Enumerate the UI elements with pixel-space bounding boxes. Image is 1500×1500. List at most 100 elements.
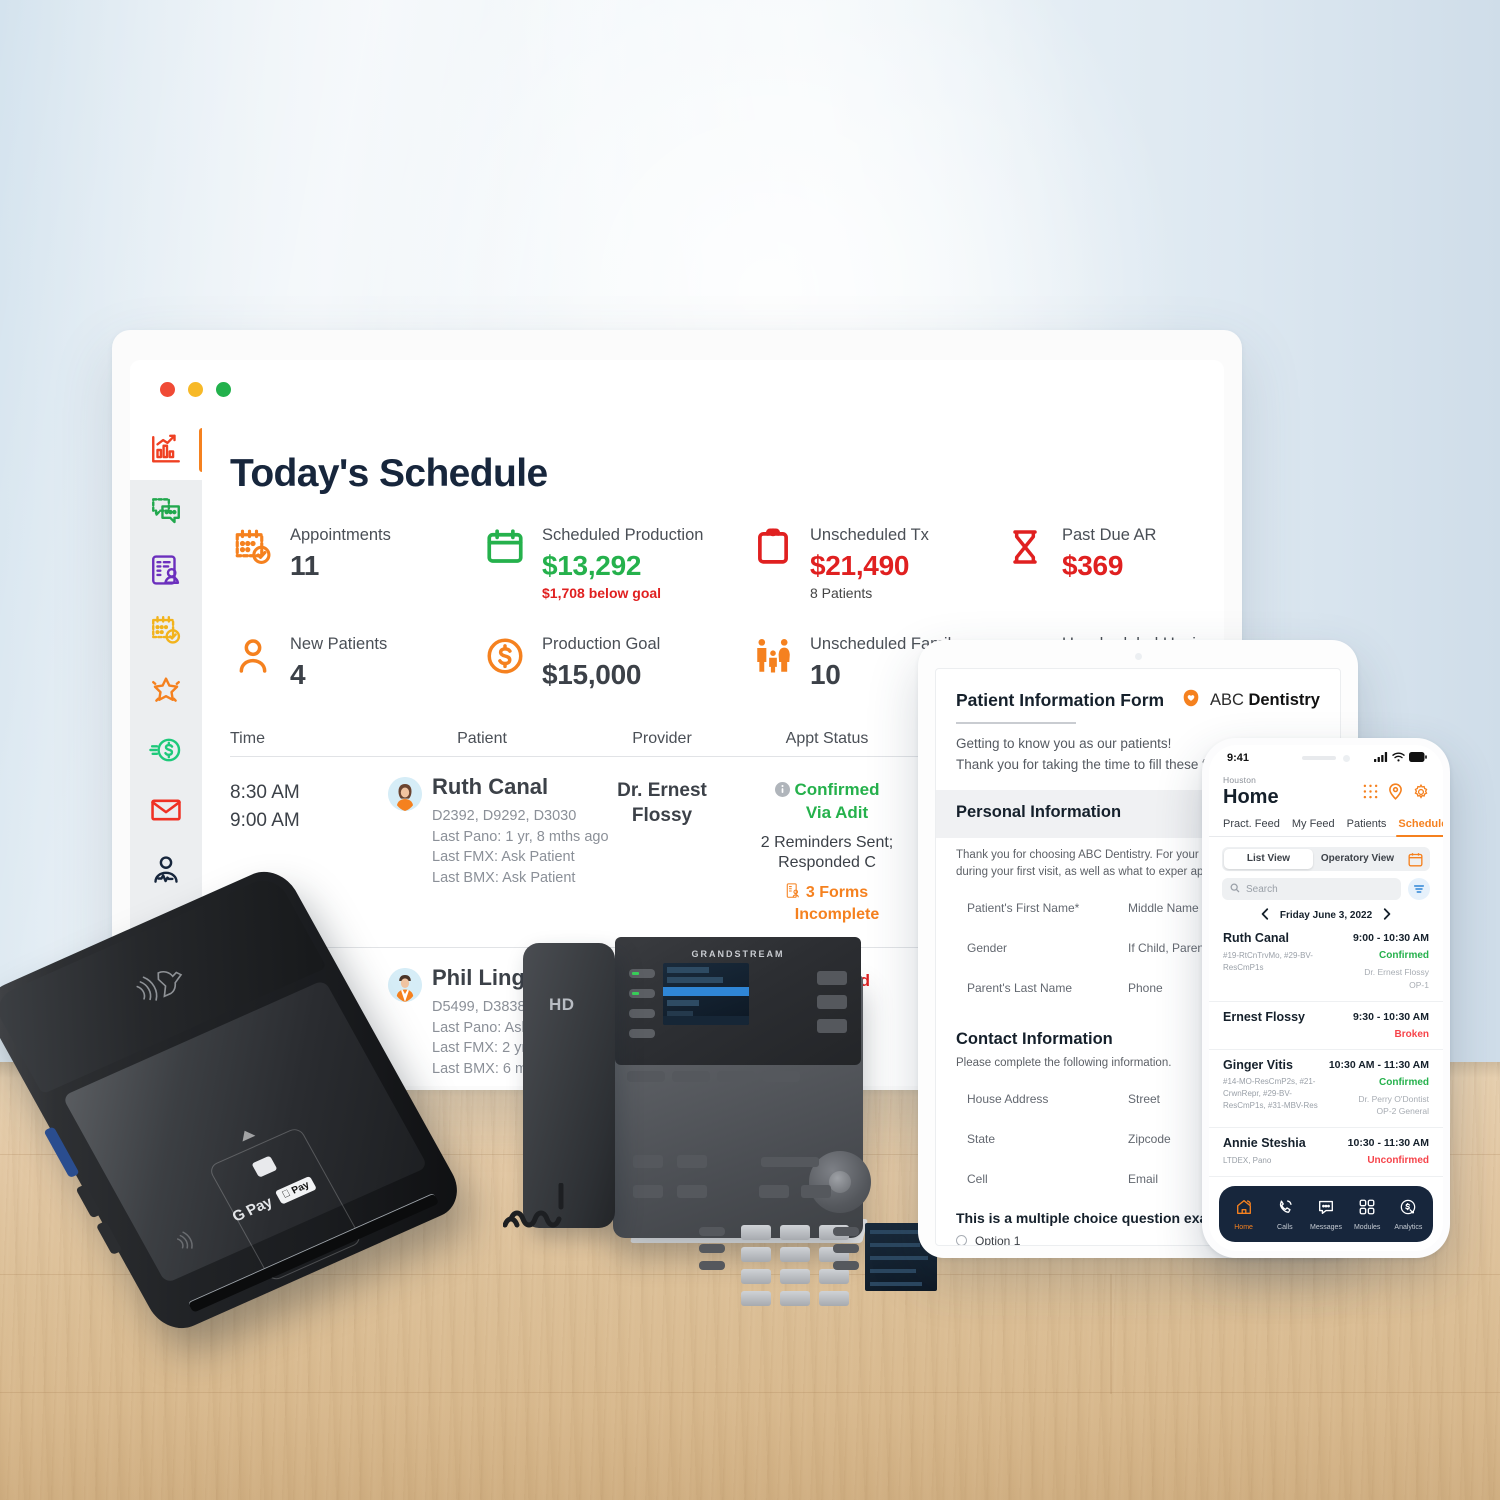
date-navigator[interactable]: Friday June 3, 2022 [1209, 908, 1443, 923]
sidebar-item-analytics[interactable] [130, 420, 205, 480]
key-pound[interactable] [819, 1291, 849, 1306]
blf-key-4[interactable] [699, 1227, 725, 1236]
blf-key-5[interactable] [699, 1244, 725, 1253]
nav-item-calls[interactable]: Calls [1264, 1198, 1305, 1231]
kpi-value: $13,292 [542, 549, 642, 581]
battery-icon [1409, 751, 1427, 765]
tab-my-feed[interactable]: My Feed [1292, 818, 1335, 836]
volume-slider[interactable] [761, 1157, 819, 1167]
key-5[interactable] [780, 1247, 810, 1262]
location-pin-icon[interactable] [1388, 783, 1403, 805]
segment-operatory-view[interactable]: Operatory View [1313, 849, 1402, 869]
nav-item-analytics[interactable]: Analytics [1388, 1198, 1429, 1231]
list-item[interactable]: Ruth Canal #19-RtCnTrvMo, #29-BV-ResCmP1… [1209, 923, 1443, 1002]
sidebar-item-forms[interactable] [130, 540, 202, 600]
segment-list-view[interactable]: List View [1224, 849, 1313, 869]
key-1[interactable] [741, 1225, 771, 1240]
tab-schedule[interactable]: Schedule [1396, 818, 1443, 837]
blf-key-3[interactable] [833, 1261, 859, 1270]
list-item[interactable]: Ernest Flossy 9:30 - 10:30 AM Broken [1209, 1002, 1443, 1050]
phone-header: Houston Home [1209, 771, 1443, 808]
dialpad-icon[interactable] [1363, 784, 1378, 804]
line-key-3[interactable] [629, 1009, 655, 1018]
nav-item-modules[interactable]: Modules [1347, 1198, 1388, 1231]
softkey-1[interactable] [627, 1071, 665, 1082]
status-badge: Unconfirmed [1367, 1155, 1429, 1166]
appointment-time: 9:00 - 10:30 AM [1352, 932, 1429, 944]
minimize-icon[interactable] [188, 382, 203, 397]
sidebar-item-reviews[interactable] [130, 660, 202, 720]
phone-screen: 9:41 Houston Home Pract. Feed My Feed Pa… [1209, 745, 1443, 1251]
filter-icon[interactable] [1408, 878, 1430, 900]
page-title: Today's Schedule [230, 452, 548, 495]
forms-incomplete-badge[interactable]: 3 Forms Incomplete [742, 883, 912, 925]
gender-field[interactable]: Gender [956, 932, 1108, 964]
house-address-field[interactable]: House Address [956, 1083, 1108, 1115]
sidebar-item-scheduling[interactable] [130, 600, 202, 660]
key-8[interactable] [780, 1269, 810, 1284]
key-star[interactable] [741, 1291, 771, 1306]
mute-key[interactable] [677, 1185, 707, 1198]
search-input[interactable]: Search [1222, 878, 1401, 900]
status-badge: Confirmed [1379, 950, 1429, 961]
parent-last-name-field[interactable]: Parent's Last Name [956, 972, 1108, 1004]
phone-tabs[interactable]: Pract. Feed My Feed Patients Schedule [1209, 808, 1443, 837]
sidebar-item-payments[interactable] [130, 720, 202, 780]
sidebar-item-messages[interactable] [130, 480, 202, 540]
calendar-check-icon [230, 524, 276, 570]
nav-item-messages[interactable]: Messages [1305, 1198, 1346, 1231]
status-badge: Confirmed Via Adit [742, 779, 912, 824]
key-0[interactable] [780, 1291, 810, 1306]
person-icon [230, 633, 276, 679]
close-icon[interactable] [160, 382, 175, 397]
state-field[interactable]: State [956, 1123, 1108, 1155]
key-9[interactable] [819, 1269, 849, 1284]
tab-pract-feed[interactable]: Pract. Feed [1223, 818, 1280, 836]
key-4[interactable] [741, 1247, 771, 1262]
provider-name: Dr. Ernest Flossy [617, 780, 707, 826]
softkey-3[interactable] [717, 1071, 755, 1082]
list-item[interactable]: Annie Steshia LTDEX, Pano 10:30 - 11:30 … [1209, 1128, 1443, 1177]
conference-key[interactable] [677, 1155, 707, 1168]
blf-key-1[interactable] [833, 1227, 859, 1236]
tab-patients[interactable]: Patients [1347, 818, 1387, 836]
first-name-field[interactable]: Patient's First Name* [956, 892, 1108, 924]
key-2[interactable] [780, 1225, 810, 1240]
nav-item-home[interactable]: Home [1223, 1198, 1264, 1231]
line-key-1[interactable] [629, 969, 655, 978]
kpi-unscheduled-tx: Unscheduled Tx $21,490 8 Patients [750, 524, 1002, 601]
chevron-right-icon[interactable] [1383, 908, 1391, 923]
envelope-icon [149, 793, 183, 827]
blf-key-6[interactable] [699, 1261, 725, 1270]
chevron-left-icon[interactable] [1261, 908, 1269, 923]
headset-key[interactable] [759, 1185, 789, 1198]
analytics-dollar-icon [1399, 1198, 1417, 1221]
radio-icon[interactable] [956, 1235, 967, 1245]
key-7[interactable] [741, 1269, 771, 1284]
list-item[interactable]: Ginger Vitis #14-MO-ResCmP2s, #21-CrwnRe… [1209, 1050, 1443, 1128]
softkey-row[interactable] [627, 1071, 800, 1082]
line-key-4[interactable] [629, 1029, 655, 1038]
appointment-time: 9:30 - 10:30 AM [1352, 1010, 1429, 1023]
bottom-navigation[interactable]: Home Calls Messages Modules Analytics [1219, 1186, 1433, 1242]
radio-label: Option 1 [975, 1233, 1021, 1246]
cell-field[interactable]: Cell [956, 1163, 1108, 1195]
window-controls[interactable] [160, 382, 231, 397]
voicemail-key[interactable] [817, 971, 847, 985]
hold-key[interactable] [817, 1019, 847, 1033]
contacts-key[interactable] [817, 995, 847, 1009]
speaker-key[interactable] [801, 1185, 831, 1198]
view-toggle[interactable]: List View Operatory View [1222, 847, 1430, 871]
calendar-icon[interactable] [1402, 852, 1428, 867]
transfer-key[interactable] [633, 1155, 663, 1168]
hold-key[interactable] [633, 1185, 663, 1198]
sidebar-item-email[interactable] [130, 780, 202, 840]
softkey-2[interactable] [672, 1071, 710, 1082]
blf-key-2[interactable] [833, 1244, 859, 1253]
maximize-icon[interactable] [216, 382, 231, 397]
kpi-label: Scheduled Production [542, 526, 704, 544]
line-key-2[interactable] [629, 989, 655, 998]
softkey-4[interactable] [762, 1071, 800, 1082]
sidebar-item-patients[interactable] [130, 840, 202, 900]
gear-icon[interactable] [1413, 783, 1429, 805]
